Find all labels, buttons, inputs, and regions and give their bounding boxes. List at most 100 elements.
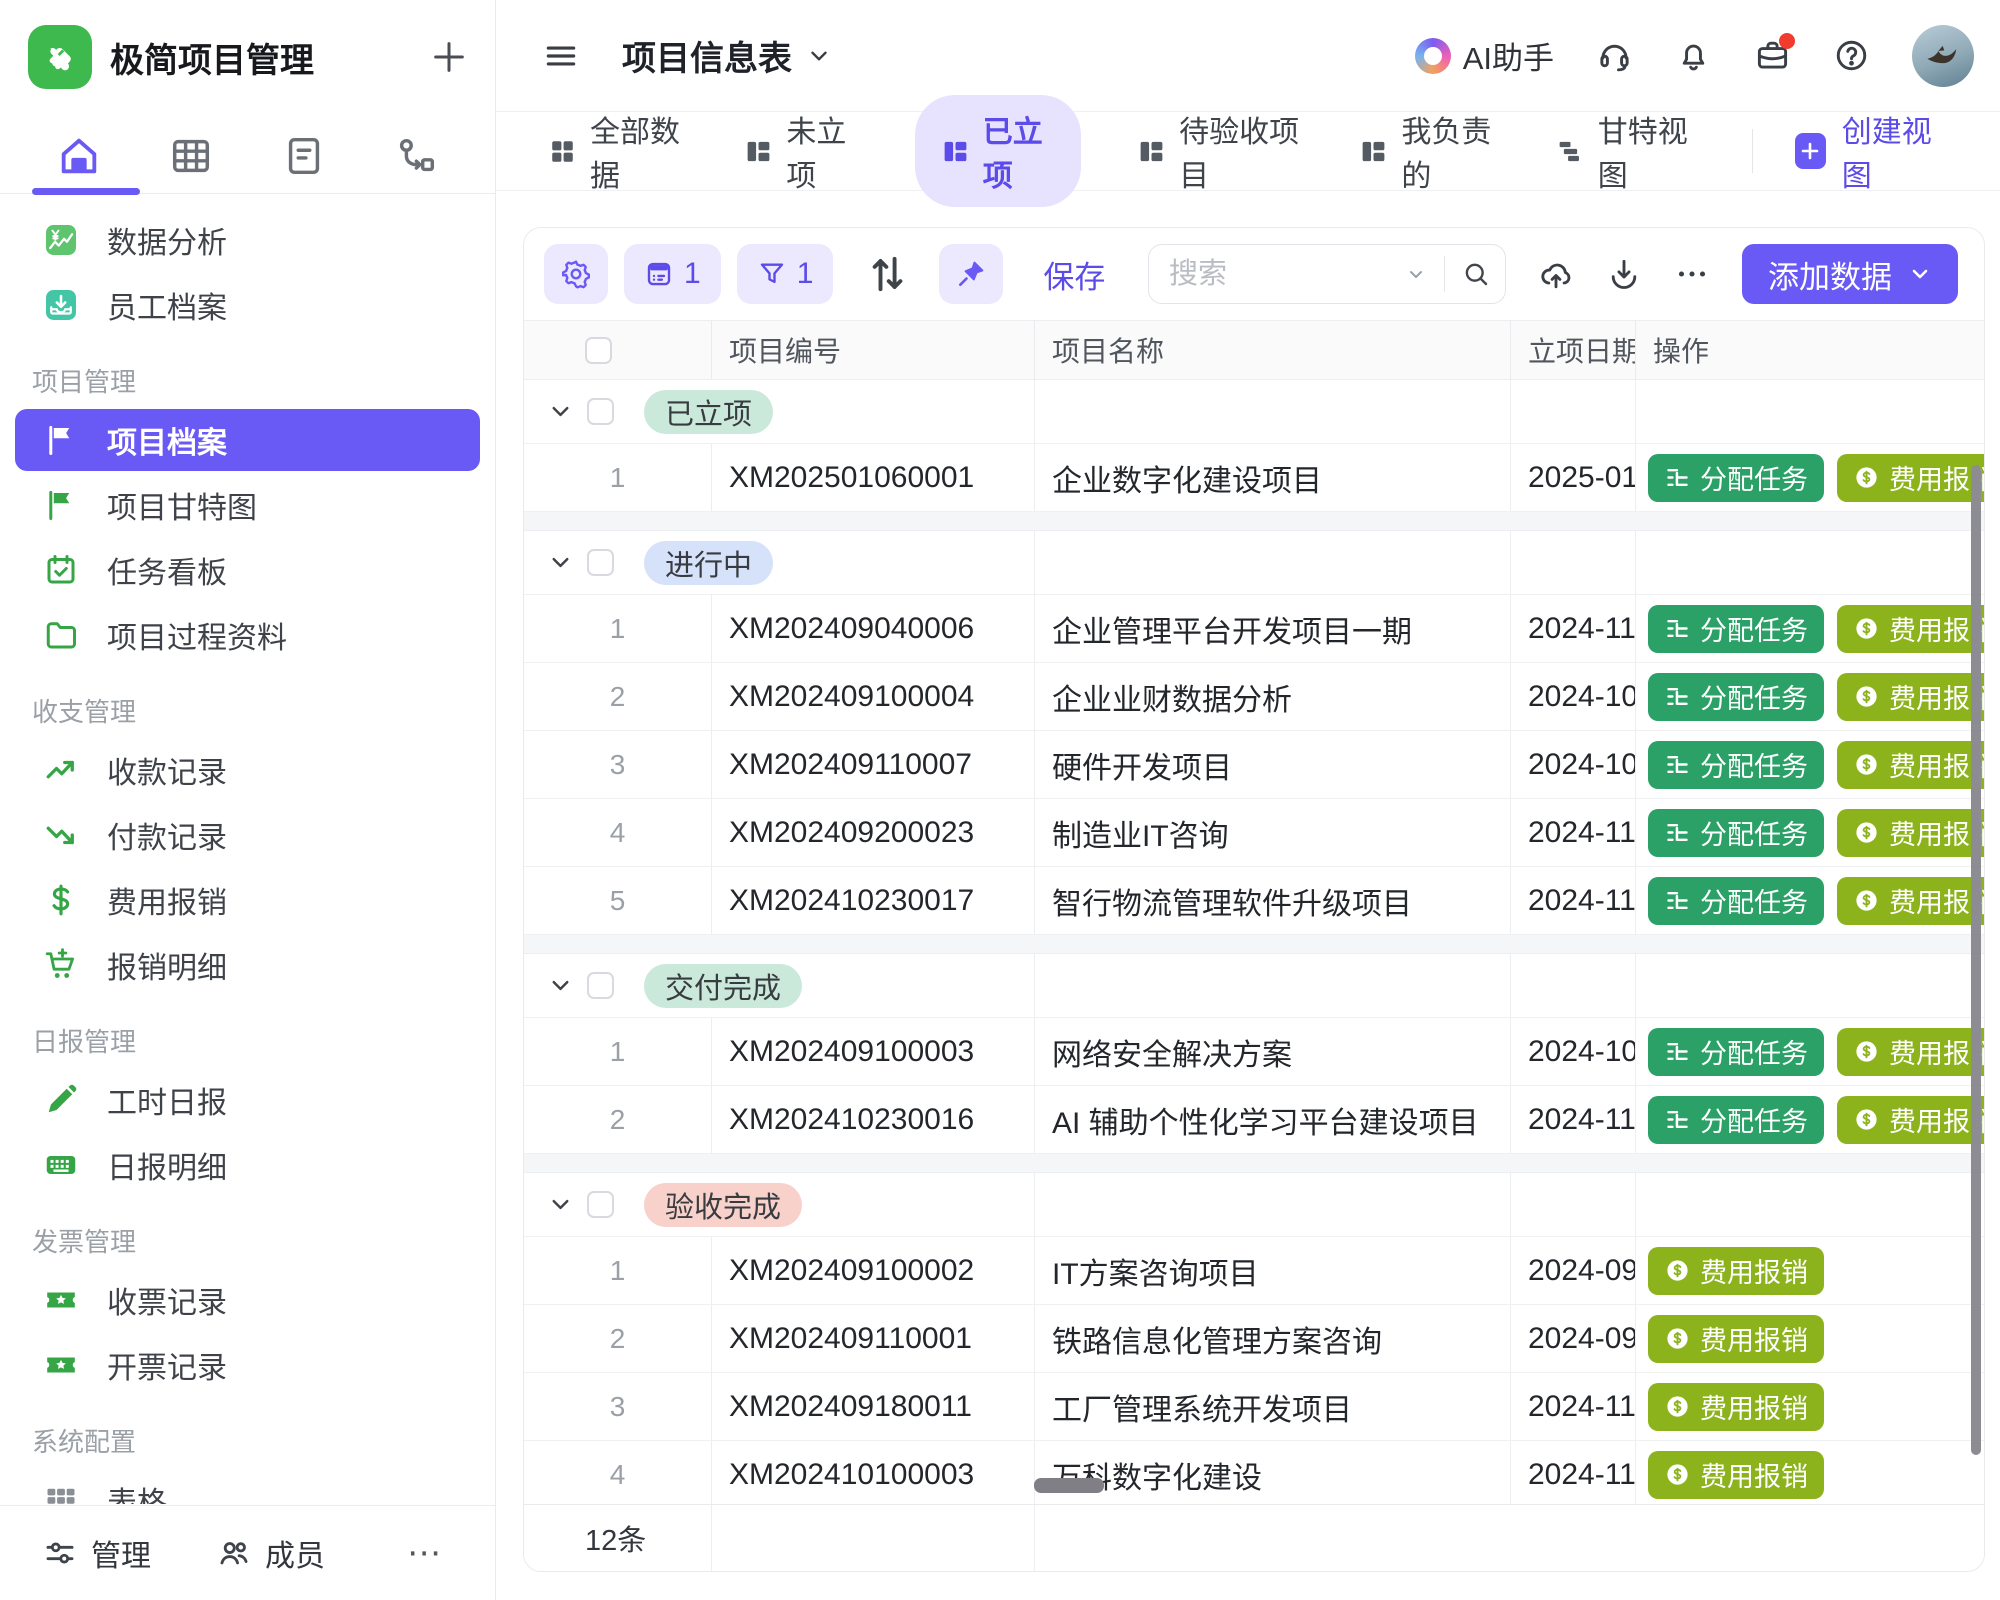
expense-reimburse-button[interactable]: 费用报销 (1837, 809, 1984, 857)
save-button[interactable]: 保存 (1043, 252, 1105, 297)
tab-not-initiated[interactable]: 未立项 (744, 95, 858, 207)
table-row[interactable]: 2XM202409110001铁路信息化管理方案咨询2024-09费用报销 (524, 1305, 1984, 1373)
table-row[interactable]: 1XM202409040006企业管理平台开发项目一期2024-11分配任务费用… (524, 595, 1984, 663)
table-row[interactable]: 4XM202410100003万科数字化建设2024-11费用报销 (524, 1441, 1984, 1506)
group-checkbox[interactable] (587, 1191, 614, 1218)
expense-reimburse-button[interactable]: 费用报销 (1837, 454, 1984, 502)
help-icon[interactable] (1833, 37, 1870, 74)
tab-initiated[interactable]: 已立项 (915, 95, 1081, 207)
tab-gantt-view[interactable]: 甘特视图 (1556, 95, 1696, 207)
sidebar-item-label: 员工档案 (107, 283, 227, 327)
sidebar-item-work-hours-daily[interactable]: 工时日报 (15, 1069, 480, 1131)
sidebar-item-data-analysis[interactable]: 数据分析 (15, 209, 480, 271)
table-footer: 12条 (524, 1504, 1984, 1571)
sidebar-more-button[interactable]: ⋯ (407, 1533, 443, 1573)
add-workspace-icon[interactable] (429, 37, 469, 77)
more-icon[interactable] (1674, 256, 1710, 292)
vertical-scrollbar[interactable] (1971, 465, 1981, 1455)
sidebar-item-receipt-records[interactable]: 收款记录 (15, 739, 480, 801)
search-scope-chevron-icon[interactable] (1404, 262, 1428, 286)
expense-reimburse-button[interactable]: 费用报销 (1837, 877, 1984, 925)
column-header-code[interactable]: 项目编号 (711, 321, 1034, 379)
expense-reimburse-button[interactable]: 费用报销 (1837, 1096, 1984, 1144)
sidebar-item-invoice-received[interactable]: 收票记录 (15, 1269, 480, 1331)
sidebar-item-expense-reimburse[interactable]: 费用报销 (15, 869, 480, 931)
assign-task-button[interactable]: 分配任务 (1648, 1028, 1824, 1076)
table-row[interactable]: 2XM202409100004企业业财数据分析2024-10分配任务费用报销 (524, 663, 1984, 731)
tab-pending-acceptance[interactable]: 待验收项目 (1137, 95, 1303, 207)
table-row[interactable]: 5XM202410230017智行物流管理软件升级项目2024-11分配任务费用… (524, 867, 1984, 935)
add-data-button[interactable]: 添加数据 (1742, 244, 1958, 304)
table-row[interactable]: 3XM202409180011工厂管理系统开发项目2024-11费用报销 (524, 1373, 1984, 1441)
column-header-date[interactable]: 立项日期 (1510, 321, 1635, 379)
assign-task-button[interactable]: 分配任务 (1648, 454, 1824, 502)
table-row[interactable]: 3XM202409110007硬件开发项目2024-10分配任务费用报销 (524, 731, 1984, 799)
chevron-down-icon[interactable] (547, 1191, 574, 1218)
briefcase-icon[interactable] (1754, 37, 1791, 74)
home-tab-icon[interactable] (56, 133, 102, 179)
sidebar-item-reimburse-details[interactable]: 报销明细 (15, 934, 480, 996)
expense-reimburse-button[interactable]: 费用报销 (1837, 605, 1984, 653)
hamburger-icon[interactable] (542, 37, 580, 75)
table-row[interactable]: 1XM202409100002IT方案咨询项目2024-09费用报销 (524, 1237, 1984, 1305)
workflow-tab-icon[interactable] (393, 133, 439, 179)
table-tab-icon[interactable] (168, 133, 214, 179)
group-checkbox[interactable] (587, 972, 614, 999)
tab-my-projects[interactable]: 我负责的 (1359, 95, 1499, 207)
sidebar-item-tables[interactable]: 表格 (15, 1469, 480, 1504)
assign-task-button[interactable]: 分配任务 (1648, 877, 1824, 925)
members-button[interactable]: 成员 (217, 1531, 325, 1575)
sidebar-item-project-gantt[interactable]: 项目甘特图 (15, 474, 480, 536)
ai-assistant-button[interactable]: AI助手 (1415, 33, 1554, 78)
expense-reimburse-button[interactable]: 费用报销 (1648, 1451, 1824, 1499)
assign-task-button[interactable]: 分配任务 (1648, 809, 1824, 857)
assign-task-button[interactable]: 分配任务 (1648, 605, 1824, 653)
search-icon[interactable] (1461, 259, 1491, 289)
horizontal-scrollbar[interactable] (1034, 1478, 1104, 1493)
sort-icon[interactable] (861, 248, 913, 300)
document-tab-icon[interactable] (281, 133, 327, 179)
expense-reimburse-button[interactable]: 费用报销 (1837, 673, 1984, 721)
expense-reimburse-button[interactable]: 费用报销 (1837, 1028, 1984, 1076)
table-row[interactable]: 1XM202409100003网络安全解决方案2024-10分配任务费用报销 (524, 1018, 1984, 1086)
sidebar-item-invoice-issued[interactable]: 开票记录 (15, 1334, 480, 1396)
sidebar-item-task-board[interactable]: 任务看板 (15, 539, 480, 601)
column-header-name[interactable]: 项目名称 (1034, 321, 1510, 379)
group-checkbox[interactable] (587, 398, 614, 425)
table-row[interactable]: 4XM202409200023制造业IT咨询2024-11分配任务费用报销 (524, 799, 1984, 867)
download-icon[interactable] (1606, 256, 1642, 292)
manage-button[interactable]: 管理 (43, 1531, 151, 1575)
import-icon[interactable] (1538, 256, 1574, 292)
table-row[interactable]: 2XM202410230016AI 辅助个性化学习平台建设项目2024-11分配… (524, 1086, 1984, 1154)
field-config-button[interactable]: 1 (624, 244, 721, 304)
expense-reimburse-button[interactable]: 费用报销 (1648, 1247, 1824, 1295)
title-chevron-down-icon[interactable] (806, 43, 832, 69)
sidebar-item-employee-archive[interactable]: 员工档案 (15, 274, 480, 336)
settings-button[interactable] (544, 244, 608, 304)
group-checkbox[interactable] (587, 549, 614, 576)
column-header-actions[interactable]: 操作 (1635, 321, 1985, 379)
headset-icon[interactable] (1596, 37, 1633, 74)
search-input[interactable] (1169, 258, 1339, 291)
sidebar-item-project-process-docs[interactable]: 项目过程资料 (15, 604, 480, 666)
assign-task-button[interactable]: 分配任务 (1648, 1096, 1824, 1144)
sidebar-item-daily-details[interactable]: 日报明细 (15, 1134, 480, 1196)
expense-reimburse-button[interactable]: 费用报销 (1837, 741, 1984, 789)
filter-button[interactable]: 1 (737, 244, 834, 304)
bell-icon[interactable] (1675, 37, 1712, 74)
table-row[interactable]: 1XM202501060001企业数字化建设项目2025-01分配任务费用报销 (524, 444, 1984, 512)
create-view-button[interactable]: 创建视图 (1795, 107, 1944, 195)
chevron-down-icon[interactable] (547, 972, 574, 999)
sidebar-item-project-archive[interactable]: 项目档案 (15, 409, 480, 471)
tab-all-data[interactable]: 全部数据 (548, 95, 688, 207)
chevron-down-icon[interactable] (547, 398, 574, 425)
assign-task-button[interactable]: 分配任务 (1648, 673, 1824, 721)
expense-reimburse-button[interactable]: 费用报销 (1648, 1315, 1824, 1363)
pin-button[interactable] (939, 244, 1003, 304)
select-all-checkbox[interactable] (585, 337, 612, 364)
assign-task-button[interactable]: 分配任务 (1648, 741, 1824, 789)
expense-reimburse-button[interactable]: 费用报销 (1648, 1383, 1824, 1431)
chevron-down-icon[interactable] (547, 549, 574, 576)
sidebar-item-payment-records[interactable]: 付款记录 (15, 804, 480, 866)
user-avatar[interactable] (1912, 25, 1974, 87)
